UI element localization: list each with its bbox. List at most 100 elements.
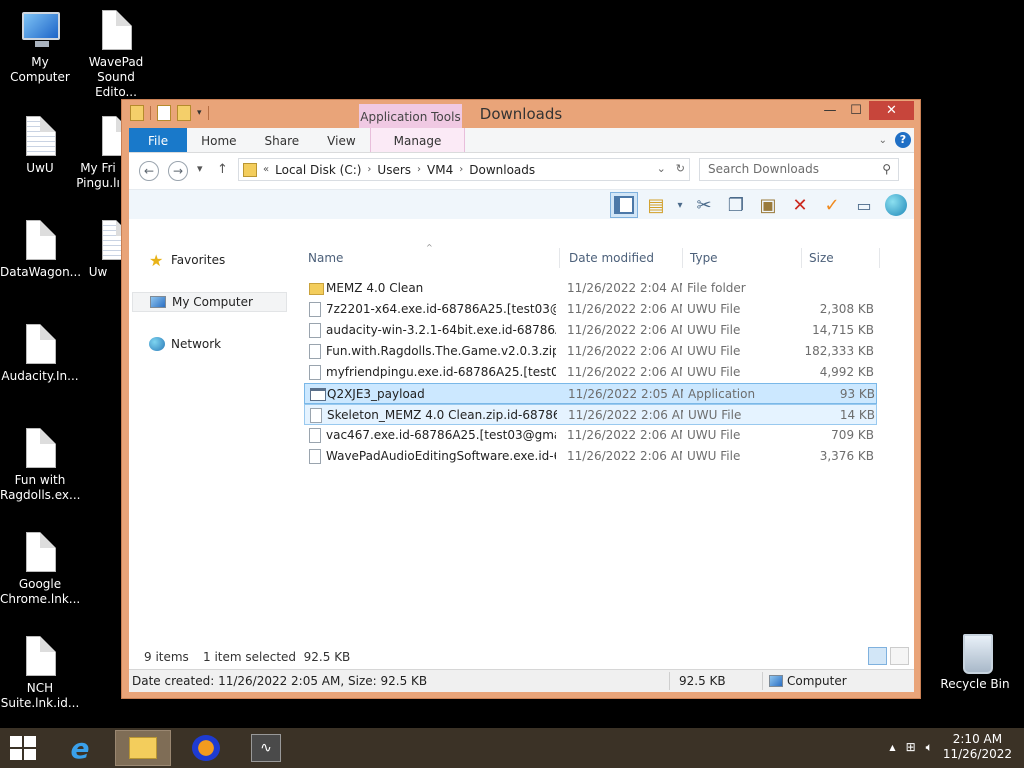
tab-manage[interactable]: Manage xyxy=(369,128,466,152)
breadcrumb-vm4[interactable]: VM4 xyxy=(421,163,459,177)
column-header-size[interactable]: Size xyxy=(809,251,834,265)
refresh-icon[interactable]: ↻ xyxy=(676,162,685,175)
navigation-bar: ← → ▾ ↑ « Local Disk (C:) › Users › VM4 … xyxy=(129,153,914,189)
file-icon xyxy=(309,323,321,338)
expand-ribbon-icon[interactable]: ⌄ xyxy=(879,135,887,146)
help-icon[interactable]: ? xyxy=(895,132,911,148)
taskbar-internet-explorer[interactable]: e xyxy=(52,730,108,766)
desktop-icon-datawagon[interactable]: DataWagon... xyxy=(0,220,82,280)
address-dropdown-icon[interactable]: ⌄ xyxy=(657,162,666,175)
file-row[interactable]: Q2XJE3_payload 11/26/2022 2:05 AM Applicat… xyxy=(304,383,877,404)
globe-icon[interactable] xyxy=(882,192,910,218)
desktop-icon-wavepad[interactable]: WavePad Sound Edito... xyxy=(76,10,156,100)
desktop-icon-recycle-bin[interactable]: Recycle Bin xyxy=(935,632,1015,692)
clock-date: 11/26/2022 xyxy=(942,747,1012,761)
back-button[interactable]: ← xyxy=(139,161,159,181)
cut-icon[interactable]: ✂ xyxy=(690,192,718,218)
file-date: 11/26/2022 2:06 AM xyxy=(567,449,682,463)
properties-icon[interactable]: ▭ xyxy=(850,192,878,218)
show-hidden-icons[interactable]: ▲ xyxy=(889,743,895,752)
chevron-down-icon[interactable]: ▾ xyxy=(674,192,686,218)
clock-time: 2:10 AM xyxy=(952,732,1003,746)
column-header-name[interactable]: Name xyxy=(308,251,343,265)
preview-pane-button[interactable] xyxy=(610,192,638,218)
copy-icon[interactable]: ❐ xyxy=(722,192,750,218)
file-row[interactable]: vac467.exe.id-68786A25.[test03@gmail.c..… xyxy=(304,425,877,446)
desktop-icon-audacity[interactable]: Audacity.In... xyxy=(0,324,80,384)
column-header-type[interactable]: Type xyxy=(690,251,718,265)
file-size: 14 KB xyxy=(839,408,875,422)
network-icon[interactable]: ⊞ xyxy=(906,740,916,754)
desktop-icon-label: DataWagon... xyxy=(0,265,82,279)
search-icon[interactable]: ⚲ xyxy=(882,159,891,180)
folder-icon xyxy=(129,737,157,759)
file-name: audacity-win-3.2.1-64bit.exe.id-68786A25… xyxy=(326,323,556,337)
file-name: Fun.with.Ragdolls.The.Game.v2.0.3.zip.id… xyxy=(326,344,556,358)
search-input[interactable]: Search Downloads ⚲ xyxy=(699,158,899,181)
file-row[interactable]: Skeleton_MEMZ 4.0 Clean.zip.id-68786A2..… xyxy=(304,404,877,425)
file-size: 2,308 KB xyxy=(819,302,874,316)
taskbar-wavepad[interactable]: ∿ xyxy=(238,730,294,766)
tab-home[interactable]: Home xyxy=(187,128,250,152)
file-icon xyxy=(309,302,321,317)
file-row[interactable]: 7z2201-x64.exe.id-68786A25.[test03@gm...… xyxy=(304,299,877,320)
recent-locations-icon[interactable]: ▾ xyxy=(197,162,203,175)
breadcrumb-users[interactable]: Users xyxy=(371,163,417,177)
file-row[interactable]: WavePadAudioEditingSoftware.exe.id-68...… xyxy=(304,446,877,467)
breadcrumb-local-disk[interactable]: Local Disk (C:) xyxy=(269,163,367,177)
application-icon xyxy=(310,388,326,401)
tab-view[interactable]: View xyxy=(313,128,369,152)
delete-icon[interactable]: ✕ xyxy=(786,192,814,218)
desktop-icon-nch-suite[interactable]: NCH Suite.lnk.id... xyxy=(0,636,80,711)
minimize-button[interactable]: — xyxy=(817,101,843,120)
file-icon xyxy=(309,428,321,443)
forward-button[interactable]: → xyxy=(168,161,188,181)
desktop-icon-google-chrome[interactable]: Google Chrome.lnk... xyxy=(0,532,80,607)
file-icon xyxy=(309,365,321,380)
tab-share[interactable]: Share xyxy=(251,128,314,152)
file-row[interactable]: myfriendpingu.exe.id-68786A25.[test03@..… xyxy=(304,362,877,383)
desktop-icon-fun-with-ragdolls[interactable]: Fun with Ragdolls.ex... xyxy=(0,428,80,503)
maximize-button[interactable]: ☐ xyxy=(843,101,869,120)
close-button[interactable]: ✕ xyxy=(869,101,914,120)
folder-icon xyxy=(243,162,257,177)
rename-icon[interactable]: ✓ xyxy=(818,192,846,218)
file-name: MEMZ 4.0 Clean xyxy=(326,281,424,295)
tab-file[interactable]: File xyxy=(129,128,188,152)
file-icon xyxy=(309,449,321,464)
layout-icon[interactable]: ▤ xyxy=(642,192,670,218)
paste-icon[interactable]: ▣ xyxy=(754,192,782,218)
file-details: Date created: 11/26/2022 2:05 AM, Size: … xyxy=(132,674,428,688)
file-row[interactable]: MEMZ 4.0 Clean 11/26/2022 2:04 AM File fol… xyxy=(304,278,877,299)
volume-icon[interactable]: 🔈︎ xyxy=(926,740,933,755)
file-row[interactable]: Fun.with.Ragdolls.The.Game.v2.0.3.zip.id… xyxy=(304,341,877,362)
up-button[interactable]: ↑ xyxy=(217,162,228,177)
desktop-icon-label: My Fri Pingu.lı xyxy=(76,161,120,190)
clock[interactable]: 2:10 AM 11/26/2022 xyxy=(943,732,1012,762)
breadcrumb-downloads[interactable]: Downloads xyxy=(463,163,541,177)
file-row[interactable]: audacity-win-3.2.1-64bit.exe.id-68786A25… xyxy=(304,320,877,341)
large-icons-view-button[interactable] xyxy=(890,647,909,665)
document-icon xyxy=(24,428,56,470)
nav-network[interactable]: Network xyxy=(149,334,221,354)
address-bar[interactable]: « Local Disk (C:) › Users › VM4 › Downlo… xyxy=(238,158,690,181)
start-button[interactable] xyxy=(10,736,38,760)
desktop-icon-my-computer[interactable]: My Computer xyxy=(0,10,80,85)
nav-favorites[interactable]: ★ Favorites xyxy=(149,250,225,270)
desktop-icon-label: My Computer xyxy=(10,55,70,84)
column-header-date-modified[interactable]: Date modified xyxy=(569,251,654,265)
taskbar-audacity[interactable] xyxy=(178,730,234,766)
nav-my-computer[interactable]: My Computer xyxy=(132,292,287,312)
details-view-button[interactable] xyxy=(868,647,887,665)
file-date: 11/26/2022 2:06 AM xyxy=(567,323,682,337)
file-icon xyxy=(310,408,322,423)
window-content: File Home Share View Manage ⌄ ? ← → ▾ ↑ … xyxy=(129,128,914,692)
taskbar-file-explorer[interactable] xyxy=(115,730,171,766)
desktop-icon-uwu[interactable]: UwU xyxy=(0,116,80,176)
wavepad-icon: ∿ xyxy=(251,734,281,762)
file-name: vac467.exe.id-68786A25.[test03@gmail.c..… xyxy=(326,428,556,442)
file-size: 709 KB xyxy=(831,428,874,442)
recycle-bin-icon xyxy=(959,632,993,674)
file-date: 11/26/2022 2:04 AM xyxy=(567,281,682,295)
title-bar[interactable]: ▾ Application Tools Downloads — ☐ ✕ xyxy=(122,100,920,128)
